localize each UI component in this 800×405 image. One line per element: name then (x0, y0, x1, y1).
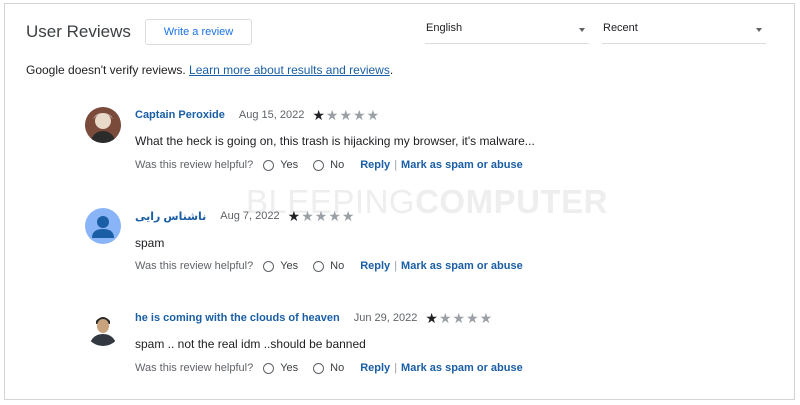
helpful-prompt: Was this review helpful? (135, 159, 254, 171)
chevron-down-icon (579, 28, 585, 32)
disclaimer: Google doesn't verify reviews. Learn mor… (26, 63, 393, 77)
language-select-value: English (426, 22, 463, 34)
sort-select-value: Recent (603, 22, 638, 34)
yes-radio[interactable] (263, 159, 275, 171)
no-label: No (330, 362, 345, 374)
disclaimer-text: Google doesn't verify reviews. (26, 63, 186, 77)
star-empty-icon: ★ (466, 310, 479, 326)
no-radio[interactable] (313, 260, 325, 272)
helpful-prompt: Was this review helpful? (135, 362, 254, 374)
avatar (85, 310, 121, 346)
review-text: spam (135, 236, 165, 250)
learn-more-link[interactable]: Learn more about results and reviews (189, 63, 390, 77)
language-select[interactable]: English (425, 22, 589, 44)
star-empty-icon: ★ (479, 310, 493, 326)
divider: | (394, 362, 398, 374)
no-radio[interactable] (313, 159, 325, 171)
yes-label: Yes (280, 362, 299, 374)
star-empty-icon: ★ (438, 310, 452, 326)
watermark-bold: COMPUTER (415, 183, 608, 220)
no-label: No (330, 159, 345, 171)
divider: | (394, 260, 398, 272)
divider: | (394, 159, 398, 171)
review-text: What the heck is going on, this trash is… (135, 134, 535, 148)
star-empty-icon: ★ (366, 107, 380, 123)
sort-select[interactable]: Recent (602, 22, 766, 44)
reply-link[interactable]: Reply (360, 159, 390, 171)
star-empty-icon: ★ (353, 107, 366, 123)
review-meta: Captain Peroxide Aug 15, 2022 ★ ★ ★ ★ ★ (135, 108, 379, 122)
yes-label: Yes (280, 159, 299, 171)
yes-label: Yes (280, 260, 299, 272)
review-date: Aug 7, 2022 (220, 210, 280, 222)
spam-link[interactable]: Mark as spam or abuse (401, 260, 523, 272)
helpful-prompt: Was this review helpful? (135, 260, 254, 272)
star-empty-icon: ★ (452, 310, 466, 326)
review-date: Jun 29, 2022 (353, 312, 418, 324)
star-empty-icon: ★ (341, 208, 355, 224)
yes-radio[interactable] (263, 260, 275, 272)
review-meta: he is coming with the clouds of heaven J… (135, 311, 492, 325)
spam-link[interactable]: Mark as spam or abuse (401, 159, 523, 171)
review-date: Aug 15, 2022 (238, 109, 305, 121)
star-empty-icon: ★ (325, 107, 339, 123)
reply-link[interactable]: Reply (360, 260, 390, 272)
avatar (85, 107, 121, 143)
helpful-row: Was this review helpful? Yes No Reply | … (135, 361, 523, 375)
no-label: No (330, 260, 345, 272)
review-author[interactable]: he is coming with the clouds of heaven (135, 312, 340, 324)
star-empty-icon: ★ (339, 107, 352, 123)
chevron-down-icon (756, 28, 762, 32)
star-filled-icon: ★ (425, 310, 438, 326)
star-rating: ★ ★ ★ ★ ★ (425, 311, 492, 325)
star-empty-icon: ★ (314, 208, 328, 224)
reply-link[interactable]: Reply (360, 362, 390, 374)
person-icon (92, 216, 114, 238)
star-filled-icon: ★ (287, 208, 301, 224)
spam-link[interactable]: Mark as spam or abuse (401, 362, 523, 374)
review-author[interactable]: Captain Peroxide (135, 109, 225, 121)
reviewer-photo-icon (85, 107, 121, 143)
reviewer-photo-icon (85, 310, 121, 346)
star-filled-icon: ★ (312, 107, 325, 123)
yes-radio[interactable] (263, 362, 275, 374)
star-rating: ★ ★ ★ ★ ★ (312, 108, 379, 122)
section-title: User Reviews (26, 22, 131, 41)
helpful-row: Was this review helpful? Yes No Reply | … (135, 259, 523, 273)
disclaimer-suffix: . (389, 63, 394, 77)
star-empty-icon: ★ (328, 208, 341, 224)
star-rating: ★ ★ ★ ★ ★ (288, 209, 355, 223)
review-meta: ناشناس رایی Aug 7, 2022 ★ ★ ★ ★ ★ (135, 209, 354, 223)
star-empty-icon: ★ (301, 208, 314, 224)
avatar (85, 208, 121, 244)
no-radio[interactable] (313, 362, 325, 374)
review-author[interactable]: ناشناس رایی (135, 210, 206, 223)
write-review-button[interactable]: Write a review (145, 19, 252, 45)
helpful-row: Was this review helpful? Yes No Reply | … (135, 158, 523, 172)
review-text: spam .. not the real idm ..should be ban… (135, 337, 366, 351)
